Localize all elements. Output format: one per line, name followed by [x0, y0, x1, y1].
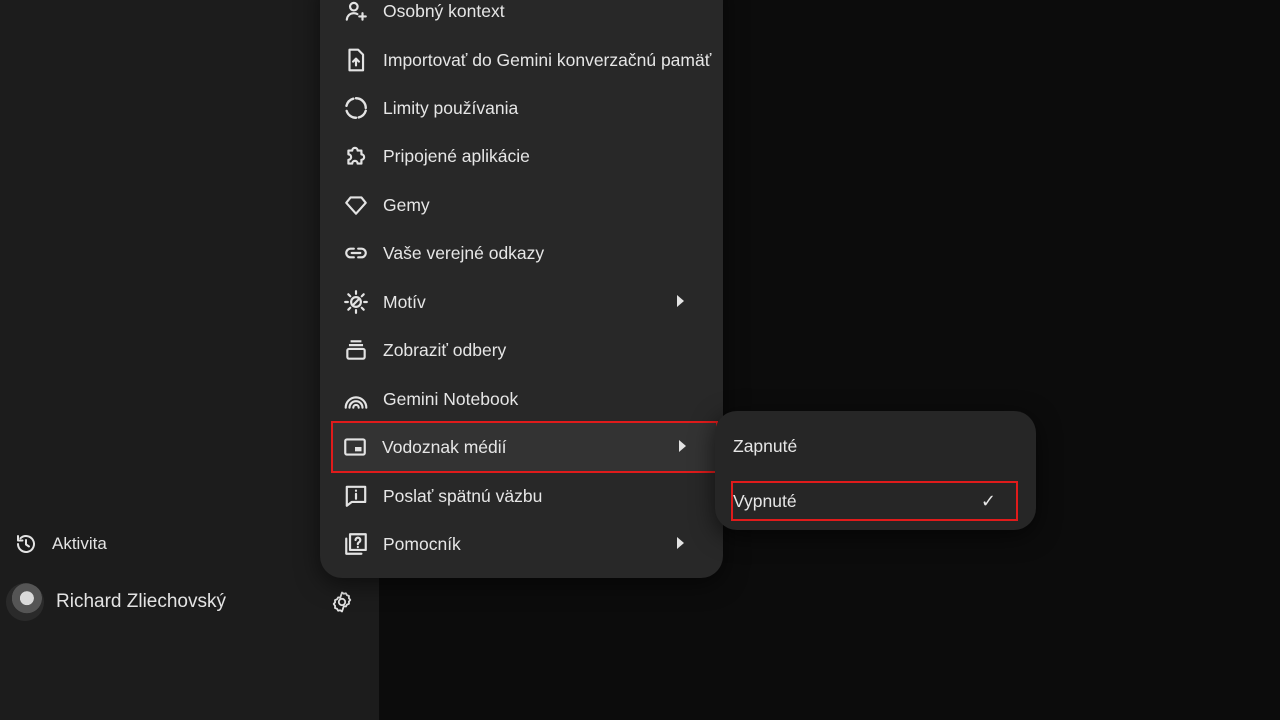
- dashed-circle-icon: [341, 93, 371, 123]
- settings-menu: Osobný kontext Importovať do Gemini konv…: [320, 0, 723, 578]
- option-on[interactable]: Zapnuté: [733, 427, 1017, 465]
- theme-sun-icon: [341, 287, 371, 317]
- file-upload-icon: [341, 45, 371, 75]
- menu-item-help[interactable]: Pomocník: [334, 522, 714, 566]
- menu-item-label: Vaše verejné odkazy: [383, 242, 545, 263]
- watermark-icon: [340, 432, 370, 462]
- menu-item-label: Gemini Notebook: [383, 388, 519, 409]
- watermark-submenu: Zapnuté Vypnuté ✓: [715, 411, 1036, 530]
- menu-item-label: Limity používania: [383, 97, 519, 118]
- avatar: [6, 583, 44, 621]
- option-label: Zapnuté: [733, 435, 798, 456]
- menu-item-subscriptions[interactable]: Zobraziť odbery: [334, 328, 714, 372]
- menu-item-personal-context[interactable]: Osobný kontext: [334, 0, 714, 33]
- activity-link[interactable]: Aktivita: [14, 530, 107, 558]
- chevron-right-icon: [677, 295, 684, 307]
- chevron-right-icon: [679, 440, 686, 452]
- menu-item-label: Pripojené aplikácie: [383, 145, 530, 166]
- menu-item-label: Poslať spätnú väzbu: [383, 485, 543, 506]
- menu-item-usage-limits[interactable]: Limity používania: [334, 86, 714, 130]
- gem-icon: [341, 190, 371, 220]
- menu-item-label: Vodoznak médií: [382, 436, 507, 457]
- history-icon: [17, 535, 35, 553]
- option-label: Vypnuté: [733, 490, 797, 511]
- menu-item-gems[interactable]: Gemy: [334, 183, 714, 227]
- menu-item-public-links[interactable]: Vaše verejné odkazy: [334, 231, 714, 275]
- menu-item-label: Importovať do Gemini konverzačnú pamäť: [383, 49, 712, 70]
- option-off[interactable]: Vypnuté ✓: [731, 481, 1018, 521]
- menu-item-label: Osobný kontext: [383, 0, 505, 21]
- menu-item-label: Motív: [383, 291, 426, 312]
- link-icon: [341, 238, 371, 268]
- checkmark-icon: ✓: [980, 491, 996, 511]
- activity-label: Aktivita: [52, 534, 107, 553]
- user-name: Richard Zliechovský: [56, 591, 226, 612]
- user-account-row[interactable]: Richard Zliechovský: [6, 582, 366, 622]
- help-icon: [341, 529, 371, 559]
- menu-item-gemini-notebook[interactable]: Gemini Notebook: [334, 377, 714, 421]
- menu-item-theme[interactable]: Motív: [334, 280, 714, 324]
- menu-item-import-memory[interactable]: Importovať do Gemini konverzačnú pamäť: [334, 38, 714, 82]
- menu-item-send-feedback[interactable]: Poslať spätnú väzbu: [334, 474, 714, 518]
- person-sparkle-icon: [341, 0, 371, 26]
- menu-item-label: Gemy: [383, 194, 430, 215]
- puzzle-icon: [341, 141, 371, 171]
- menu-item-connected-apps[interactable]: Pripojené aplikácie: [334, 134, 714, 178]
- menu-item-media-watermark[interactable]: Vodoznak médií: [331, 421, 718, 473]
- menu-item-label: Zobraziť odbery: [383, 339, 507, 360]
- subscriptions-icon: [341, 335, 371, 365]
- page: Aktivita Richard Zliechovský Osobný kont…: [0, 0, 1280, 720]
- gear-icon[interactable]: [330, 590, 354, 614]
- feedback-icon: [341, 481, 371, 511]
- notebook-arcs-icon: [341, 384, 371, 414]
- menu-item-label: Pomocník: [383, 533, 461, 554]
- chevron-right-icon: [677, 537, 684, 549]
